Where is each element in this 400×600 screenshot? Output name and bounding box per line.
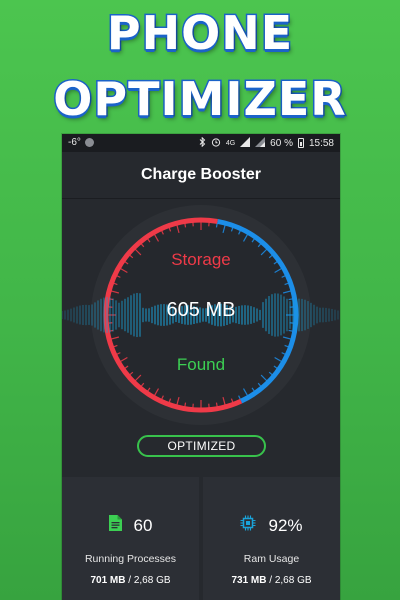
optimized-button[interactable]: OPTIMIZED: [137, 435, 266, 457]
ram-memory-total: 2,68 GB: [274, 575, 312, 586]
processes-memory: 701 MB / 2,68 GB: [90, 575, 171, 586]
gauge-storage-label: Storage: [171, 250, 231, 269]
ram-memory-used: 731 MB: [231, 575, 267, 586]
promo-title-line2: OPTIMIZER: [52, 71, 347, 128]
gauge-tick: [184, 223, 187, 228]
promo-title-line1: PHONE: [105, 5, 294, 62]
ram-memory: 731 MB / 2,68 GB: [231, 575, 312, 586]
gauge-graphic: [62, 205, 339, 425]
storage-gauge: Storage 605 MB Found: [62, 198, 340, 468]
gauge-value: 605 MB: [166, 299, 236, 321]
app-title: Charge Booster: [140, 166, 262, 183]
battery-icon: [297, 138, 304, 148]
gauge-tick: [215, 223, 218, 228]
bluetooth-icon: [199, 136, 206, 149]
clock-time: 15:58: [308, 137, 334, 149]
ram-usage-card[interactable]: 92% Ram Usage 731 MB / 2,68 GB: [203, 477, 340, 600]
phone-screen: -6° 4G 60 % 15:58 Charge Booster Storage…: [62, 134, 340, 600]
alarm-icon: [211, 137, 221, 149]
notification-dot-icon: [84, 138, 94, 147]
ram-usage-percent: 92%: [268, 515, 303, 535]
gauge-found-label: Found: [176, 355, 226, 374]
gauge-tick: [184, 402, 187, 407]
gauge-tick: [288, 329, 293, 332]
app-bar: Charge Booster: [62, 152, 340, 199]
running-processes-card[interactable]: 60 Running Processes 701 MB / 2,68 GB: [62, 477, 199, 600]
ram-usage-label: Ram Usage: [243, 553, 300, 565]
temperature-text: -6°: [68, 137, 81, 148]
cpu-chip-icon: [240, 515, 256, 536]
file-icon: [108, 515, 122, 536]
processes-memory-total: 2,68 GB: [133, 575, 171, 586]
processes-memory-used: 701 MB: [90, 575, 126, 586]
processes-count: 60: [133, 515, 153, 535]
network-4g-label: 4G: [225, 139, 236, 147]
processes-label: Running Processes: [84, 553, 177, 565]
gauge-tick: [215, 402, 218, 407]
status-bar: -6° 4G 60 % 15:58: [62, 134, 340, 152]
signal-2-icon: [255, 137, 266, 149]
stats-cards: 60 Running Processes 701 MB / 2,68 GB 92…: [62, 477, 340, 600]
signal-icon: [240, 137, 251, 149]
battery-percent: 60 %: [270, 137, 293, 149]
